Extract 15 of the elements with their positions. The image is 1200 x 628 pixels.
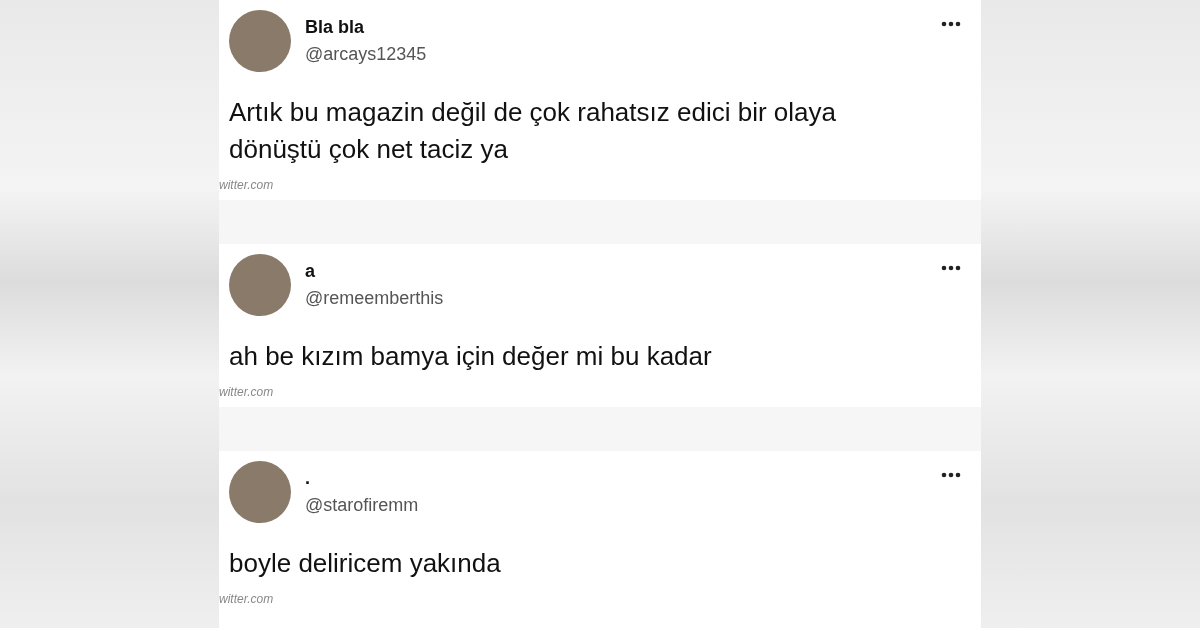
more-options-icon[interactable] (941, 21, 961, 27)
source-link[interactable]: witter.com (219, 178, 981, 200)
more-options-icon[interactable] (941, 472, 961, 478)
display-name: a (305, 261, 316, 282)
more-options-icon[interactable] (941, 265, 961, 271)
user-handle: @starofiremm (305, 495, 419, 516)
tweet-text: boyle deliricem yakında (229, 547, 502, 580)
source-link[interactable]: witter.com (219, 385, 981, 407)
display-name: . (305, 468, 311, 489)
tweet-text: Artık bu magazin değil de çok rahatsız edici bir olaya dönüştü çok net taciz ya (229, 96, 837, 166)
source-link[interactable]: witter.com (219, 592, 981, 614)
user-handle: @remeemberthis (305, 288, 444, 309)
display-name: Bla bla (305, 17, 366, 38)
user-handle: @arcays12345 (305, 44, 427, 65)
tweet-text: ah be kızım bamya için değer mi bu kadar (229, 340, 713, 373)
